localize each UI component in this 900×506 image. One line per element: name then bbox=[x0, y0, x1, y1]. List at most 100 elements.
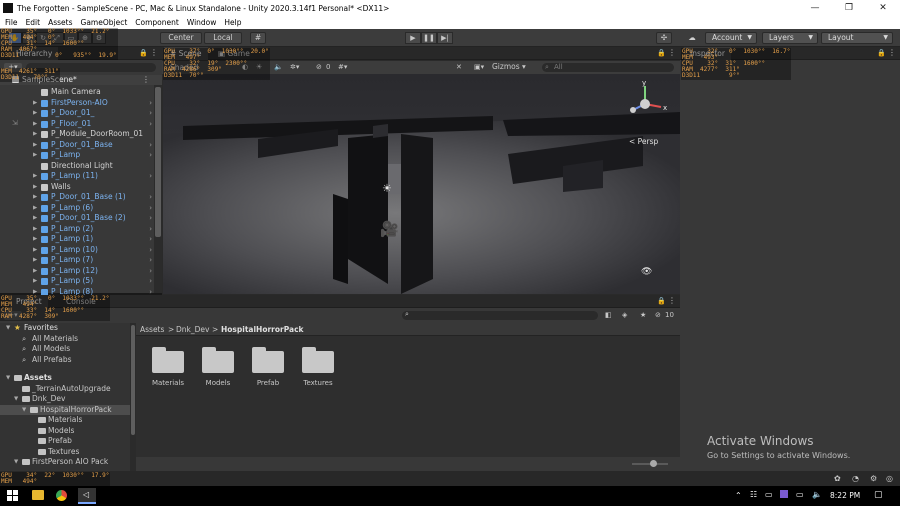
hierarchy-item[interactable]: ▶ P_Lamp (2) › bbox=[0, 224, 158, 235]
asset-folder-item[interactable]: ▼ FirstPerson AIO Pack bbox=[0, 457, 130, 468]
more-menu-icon[interactable]: ⋮ bbox=[668, 48, 676, 57]
expand-arrow-icon[interactable]: ▶ bbox=[33, 234, 37, 245]
breadcrumb-item[interactable]: HospitalHorrorPack bbox=[221, 323, 304, 336]
chevron-right-icon[interactable]: › bbox=[149, 150, 152, 161]
chevron-right-icon[interactable]: › bbox=[149, 171, 152, 182]
unity-taskbar-icon[interactable]: ◁ bbox=[78, 488, 96, 504]
folder-icon[interactable] bbox=[202, 347, 234, 373]
app-tray-icon[interactable] bbox=[780, 490, 788, 498]
expand-arrow-icon[interactable]: ▶ bbox=[33, 245, 37, 256]
project-tree-scroll-thumb[interactable] bbox=[131, 325, 135, 435]
lightbake-icon[interactable]: ◎ bbox=[886, 474, 893, 483]
expand-arrow-icon[interactable]: ▶ bbox=[33, 140, 37, 151]
file-explorer-icon[interactable] bbox=[32, 490, 44, 500]
layers-dropdown[interactable]: Layers ▼ bbox=[762, 32, 818, 44]
persp-label[interactable]: < Persp bbox=[629, 137, 659, 146]
expand-arrow-icon[interactable]: ▶ bbox=[33, 224, 37, 235]
camera-settings-icon[interactable]: ▣▾ bbox=[474, 63, 484, 71]
chevron-right-icon[interactable]: › bbox=[149, 108, 152, 119]
scene-viewport[interactable]: ☀ 🎥 👁 y x < Persp bbox=[163, 74, 680, 294]
more-menu-icon[interactable]: ⋮ bbox=[668, 296, 676, 305]
expand-arrow-icon[interactable]: ▶ bbox=[33, 276, 37, 287]
grid-snap-icon[interactable]: # bbox=[250, 32, 266, 44]
hierarchy-item[interactable]: ▶ FirstPerson-AIO › bbox=[0, 98, 158, 109]
folder-icon[interactable] bbox=[152, 347, 184, 373]
more-menu-icon[interactable]: ⋮ bbox=[150, 48, 158, 57]
folder-icon[interactable] bbox=[252, 347, 284, 373]
chevron-right-icon[interactable]: › bbox=[149, 234, 152, 245]
hierarchy-item[interactable]: ▶ Walls bbox=[0, 182, 158, 193]
chevron-right-icon[interactable]: › bbox=[149, 119, 152, 130]
asset-folder-item[interactable]: _TerrainAutoUpgrade bbox=[0, 384, 130, 395]
menu-file[interactable]: File bbox=[5, 18, 18, 27]
breadcrumb-item[interactable]: Assets bbox=[140, 323, 164, 336]
layout-dropdown[interactable]: Layout ▼ bbox=[821, 32, 893, 44]
hidden-objects-icon[interactable]: ⊘ bbox=[316, 63, 322, 71]
expand-arrow-icon[interactable]: ▼ bbox=[14, 457, 18, 468]
chevron-right-icon[interactable]: › bbox=[149, 266, 152, 277]
zoom-slider[interactable] bbox=[632, 460, 668, 467]
gizmos-dropdown[interactable]: Gizmos ▾ bbox=[492, 62, 526, 71]
expand-arrow-icon[interactable]: ▶ bbox=[33, 150, 37, 161]
account-dropdown[interactable]: Account ▼ bbox=[705, 32, 757, 44]
scene-search-input[interactable]: ⌕ All bbox=[542, 63, 674, 72]
chevron-right-icon[interactable]: › bbox=[149, 140, 152, 151]
expand-arrow-icon[interactable]: ▼ bbox=[22, 405, 26, 416]
network-icon[interactable]: ☷ bbox=[750, 490, 757, 499]
asset-folder-item[interactable]: Textures bbox=[0, 447, 130, 458]
chevron-right-icon[interactable]: › bbox=[149, 276, 152, 287]
menu-gameobject[interactable]: GameObject bbox=[81, 18, 128, 27]
menu-edit[interactable]: Edit bbox=[26, 18, 41, 27]
expand-arrow-icon[interactable]: ▼ bbox=[14, 394, 18, 405]
expand-arrow-icon[interactable]: ▶ bbox=[33, 266, 37, 277]
search-by-label-icon[interactable]: ◈ bbox=[622, 311, 627, 319]
hierarchy-item[interactable]: ▶ P_Door_01_Base › bbox=[0, 140, 158, 151]
play-button-icon[interactable]: ▶ bbox=[405, 32, 421, 44]
windows-start-icon[interactable] bbox=[7, 490, 18, 501]
asset-folder-item[interactable]: ▼ Dnk_Dev bbox=[0, 394, 130, 405]
menu-assets[interactable]: Assets bbox=[48, 18, 72, 27]
step-button-icon[interactable]: ▶| bbox=[437, 32, 453, 44]
notification-icon[interactable]: ▢ bbox=[874, 490, 883, 500]
folder-icon[interactable] bbox=[302, 347, 334, 373]
hierarchy-item[interactable]: ▶ P_Door_01_Base (2) › bbox=[0, 213, 158, 224]
minimize-button[interactable]: — bbox=[798, 0, 832, 16]
expand-arrow-icon[interactable]: ▶ bbox=[33, 255, 37, 266]
lock-icon[interactable]: 🔒 bbox=[657, 297, 666, 305]
close-button[interactable]: ✕ bbox=[866, 0, 900, 16]
hierarchy-item[interactable]: ▶ P_Lamp (7) › bbox=[0, 255, 158, 266]
pivot-local-button[interactable]: Local bbox=[204, 32, 242, 44]
hierarchy-scrollbar[interactable] bbox=[154, 85, 162, 293]
scene-menu-icon[interactable]: ⋮ bbox=[142, 75, 150, 84]
progress-icon[interactable]: ◔ bbox=[852, 474, 859, 483]
expand-arrow-icon[interactable]: ▶ bbox=[33, 98, 37, 109]
hierarchy-item[interactable]: ▶ P_Door_01_ › bbox=[0, 108, 158, 119]
audio-toggle-icon[interactable]: 🔈 bbox=[274, 63, 283, 71]
lock-icon[interactable]: 🔒 bbox=[657, 49, 666, 57]
project-search-input[interactable]: ⌕ bbox=[402, 310, 598, 320]
expand-arrow-icon[interactable]: ▶ bbox=[33, 213, 37, 224]
chevron-right-icon[interactable]: › bbox=[149, 213, 152, 224]
asset-folder-item[interactable]: ▼ HospitalHorrorPack bbox=[0, 404, 130, 416]
asset-folder-item[interactable]: Materials bbox=[0, 415, 130, 426]
hierarchy-item[interactable]: ▶ P_Lamp (1) › bbox=[0, 234, 158, 245]
grid-toggle-icon[interactable]: #▾ bbox=[338, 63, 347, 71]
hierarchy-item[interactable]: ▶ P_Lamp (12) › bbox=[0, 266, 158, 277]
hierarchy-item[interactable]: Main Camera bbox=[0, 87, 158, 98]
hierarchy-item[interactable]: ▶ P_Lamp (5) › bbox=[0, 276, 158, 287]
expand-arrow-icon[interactable]: ▶ bbox=[33, 192, 37, 203]
hierarchy-item[interactable]: ▶ P_Lamp › bbox=[0, 150, 158, 161]
chevron-right-icon[interactable]: › bbox=[149, 192, 152, 203]
search-by-type-icon[interactable]: ◧ bbox=[605, 311, 612, 319]
hierarchy-item[interactable]: ▶ P_Lamp (11) › bbox=[0, 171, 158, 182]
hierarchy-item[interactable]: ▶ P_Lamp (10) › bbox=[0, 245, 158, 256]
tools-icon[interactable]: ✕ bbox=[456, 63, 462, 71]
clock-time[interactable]: 8:22 PM bbox=[830, 491, 860, 500]
asset-folder-item[interactable]: Models bbox=[0, 426, 130, 437]
lock-icon[interactable]: 🔒 bbox=[877, 49, 886, 57]
expand-arrow-icon[interactable]: ▶ bbox=[33, 203, 37, 214]
chrome-icon[interactable] bbox=[56, 490, 67, 501]
expand-arrow-icon[interactable]: ▶ bbox=[33, 129, 37, 140]
hierarchy-item[interactable]: ▶ P_Floor_01 › bbox=[0, 119, 158, 130]
more-menu-icon[interactable]: ⋮ bbox=[888, 48, 896, 57]
